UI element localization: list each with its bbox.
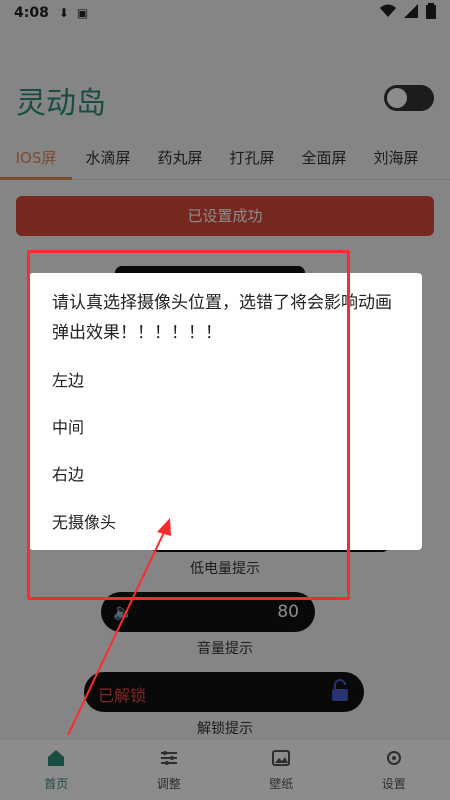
- annotation-highlight-box: [27, 250, 350, 600]
